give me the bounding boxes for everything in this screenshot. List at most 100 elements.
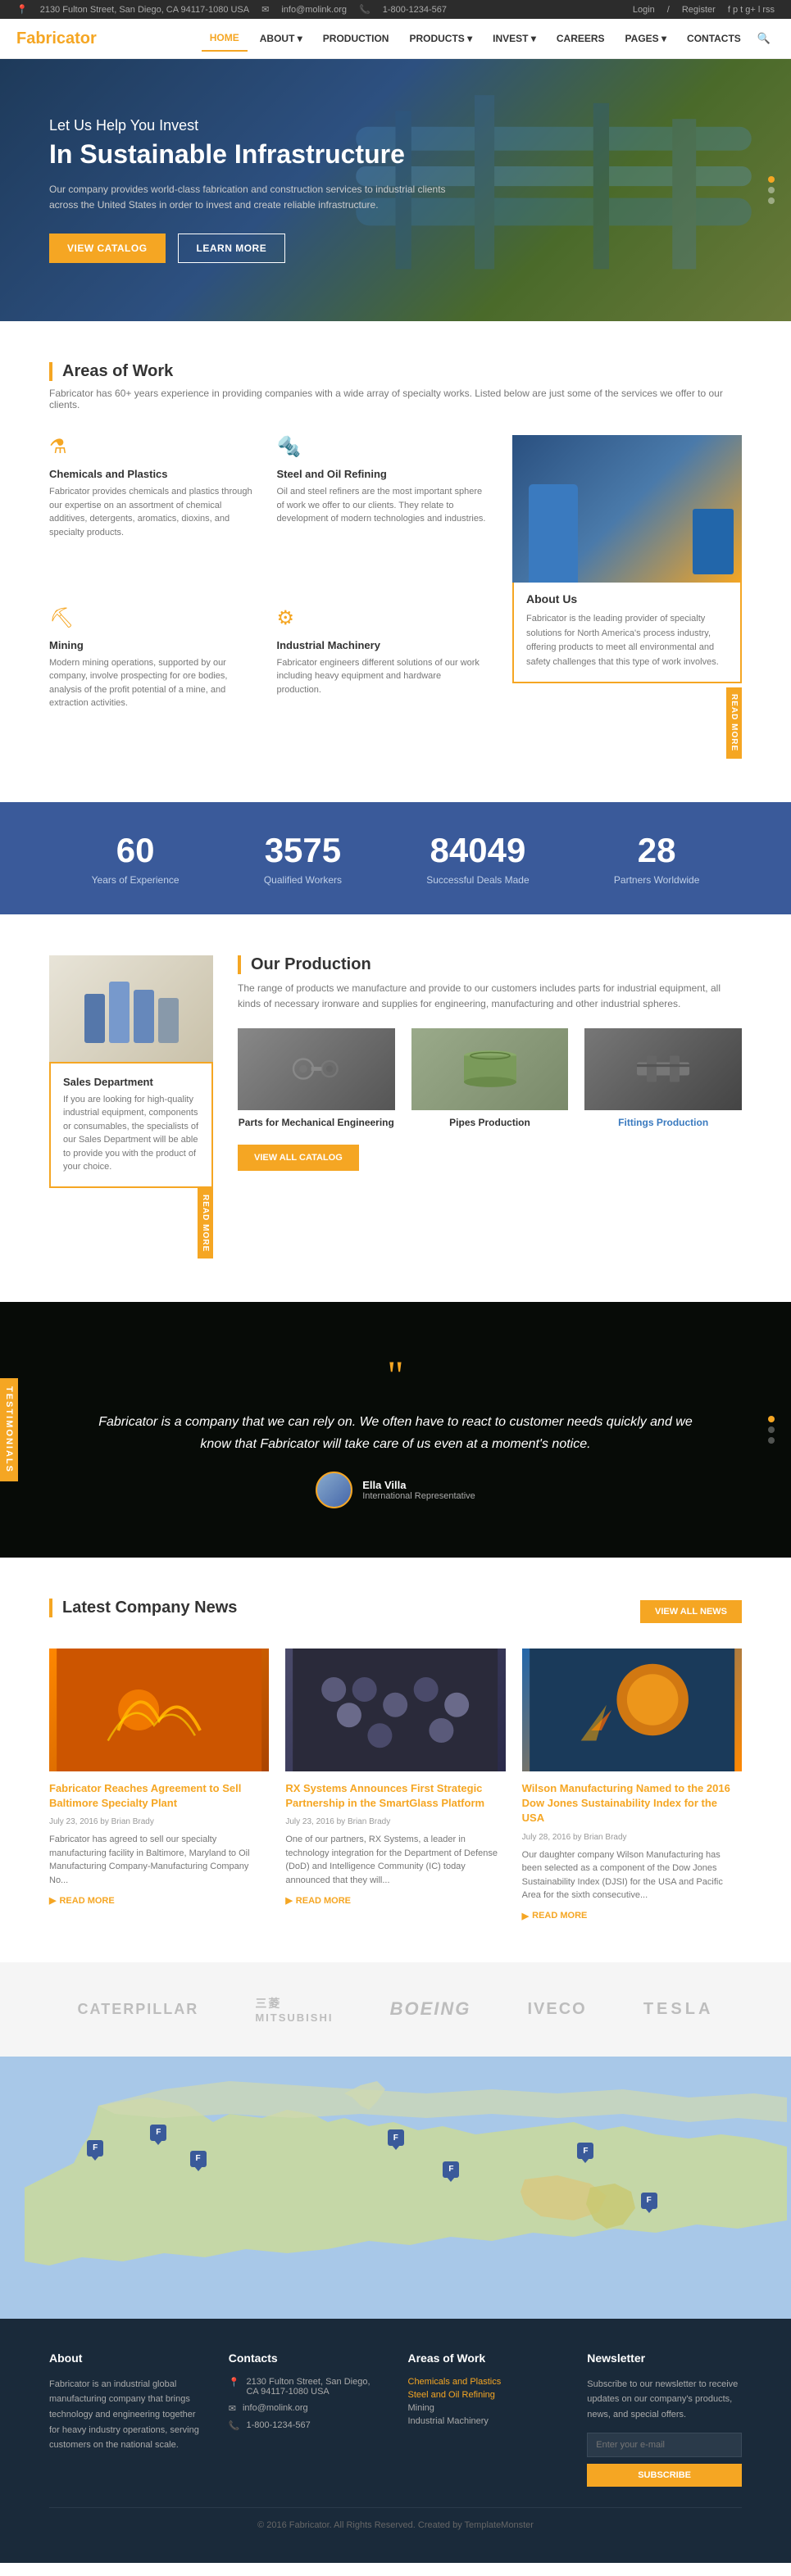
footer-link-chemicals[interactable]: Chemicals and Plastics xyxy=(408,2377,563,2387)
login-link[interactable]: Login xyxy=(633,5,655,15)
areas-read-more[interactable]: READ MORE xyxy=(726,687,742,758)
author-title: International Representative xyxy=(362,1491,475,1501)
mining-icon: ⛏ xyxy=(49,606,261,630)
map-pin-2[interactable]: F xyxy=(150,2125,166,2141)
stat-deals-number: 84049 xyxy=(426,831,529,870)
news-title-2[interactable]: RX Systems Announces First Strategic Par… xyxy=(285,1781,505,1811)
nav-invest[interactable]: INVEST ▾ xyxy=(484,26,544,51)
hero-subtitle: Let Us Help You Invest xyxy=(49,117,459,134)
sales-desc: If you are looking for high-quality indu… xyxy=(63,1093,199,1174)
footer-about-title: About xyxy=(49,2352,204,2365)
footer-grid: About Fabricator is an industrial global… xyxy=(49,2352,742,2487)
news-grid: Fabricator Reaches Agreement to Sell Bal… xyxy=(49,1649,742,1921)
areas-section: Areas of Work Fabricator has 60+ years e… xyxy=(0,321,791,802)
nav-production[interactable]: PRODUCTION xyxy=(315,26,398,51)
nav-products[interactable]: PRODUCTS ▾ xyxy=(401,26,480,51)
map-pin-7[interactable]: F xyxy=(641,2193,657,2209)
view-catalog-button[interactable]: VIEW CATALOG xyxy=(49,234,166,263)
mechanical-name: Parts for Mechanical Engineering xyxy=(238,1117,395,1128)
footer-about-col: About Fabricator is an industrial global… xyxy=(49,2352,204,2487)
view-all-news-button[interactable]: VIEW ALL NEWS xyxy=(640,1600,742,1623)
product-mechanical: Parts for Mechanical Engineering xyxy=(238,1028,395,1128)
stat-partners-number: 28 xyxy=(614,831,699,870)
register-link[interactable]: Register xyxy=(682,5,716,15)
nav-contacts[interactable]: CONTACTS xyxy=(679,26,749,51)
learn-more-button[interactable]: LEARN MORE xyxy=(178,234,286,263)
footer-newsletter-title: Newsletter xyxy=(587,2352,742,2365)
nav-careers[interactable]: CAREERS xyxy=(548,26,613,51)
map-pin-6[interactable]: F xyxy=(577,2143,593,2159)
news-header: Latest Company News VIEW ALL NEWS xyxy=(49,1599,742,1624)
area-mining: ⛏ Mining Modern mining operations, suppo… xyxy=(49,606,261,761)
about-box: About Us Fabricator is the leading provi… xyxy=(512,578,742,683)
map-pin-5[interactable]: F xyxy=(443,2161,459,2178)
areas-subtitle: Fabricator has 60+ years experience in p… xyxy=(49,388,742,410)
top-email: info@molink.org xyxy=(281,5,347,15)
production-layout: Sales Department If you are looking for … xyxy=(49,955,742,1261)
production-left-panel: Sales Department If you are looking for … xyxy=(49,955,213,1261)
about-box-text: Fabricator is the leading provider of sp… xyxy=(526,612,728,669)
phone-icon: 📞 xyxy=(359,4,370,15)
sales-box: Sales Department If you are looking for … xyxy=(49,1062,213,1188)
map-pin-1[interactable]: F xyxy=(87,2140,103,2156)
stat-workers-number: 3575 xyxy=(264,831,342,870)
testi-dot-2[interactable] xyxy=(768,1426,775,1433)
news-date-3: July 28, 2016 xyxy=(522,1833,571,1842)
news-title: Latest Company News xyxy=(49,1599,237,1617)
newsletter-subscribe-button[interactable]: SUBSCRIBE xyxy=(587,2464,742,2487)
news-read-more-2[interactable]: ▶READ MORE xyxy=(285,1895,505,1906)
header: Fabricator HOME ABOUT ▾ PRODUCTION PRODU… xyxy=(0,19,791,59)
news-excerpt-2: One of our partners, RX Systems, a leade… xyxy=(285,1833,505,1887)
areas-grid: ⚗ Chemicals and Plastics Fabricator prov… xyxy=(49,435,488,761)
news-meta-3: July 28, 2016 by Brian Brady xyxy=(522,1833,742,1842)
footer-link-steel[interactable]: Steel and Oil Refining xyxy=(408,2390,563,2400)
news-read-more-1[interactable]: ▶READ MORE xyxy=(49,1895,269,1906)
top-address: 2130 Fulton Street, San Diego, CA 94117-… xyxy=(40,5,249,15)
nav-pages[interactable]: PAGES ▾ xyxy=(617,26,675,51)
sales-read-more[interactable]: READ MORE xyxy=(198,1188,213,1259)
stat-partners-label: Partners Worldwide xyxy=(614,874,699,886)
footer-link-machinery[interactable]: Industrial Machinery xyxy=(408,2416,563,2426)
stat-experience-number: 60 xyxy=(92,831,180,870)
footer-link-mining[interactable]: Mining xyxy=(408,2403,563,2413)
map-pin-4[interactable]: F xyxy=(388,2129,404,2146)
view-all-catalog-button[interactable]: VIEW ALL CATALOG xyxy=(238,1145,359,1171)
sales-title: Sales Department xyxy=(63,1076,199,1088)
newsletter-email-input[interactable] xyxy=(587,2433,742,2457)
footer: About Fabricator is an industrial global… xyxy=(0,2319,791,2563)
news-read-more-3[interactable]: ▶READ MORE xyxy=(522,1911,742,1921)
news-img-1 xyxy=(49,1649,269,1771)
footer-phone: 1-800-1234-567 xyxy=(246,2420,310,2431)
search-icon[interactable]: 🔍 xyxy=(753,28,775,49)
nav-about[interactable]: ABOUT ▾ xyxy=(252,26,311,51)
hero-dot-3[interactable] xyxy=(768,197,775,204)
footer-contacts-col: Contacts 📍 2130 Fulton Street, San Diego… xyxy=(229,2352,384,2487)
copyright-text: © 2016 Fabricator. All Rights Reserved. … xyxy=(257,2520,534,2530)
fittings-name[interactable]: Fittings Production xyxy=(584,1117,742,1128)
hero-section: Let Us Help You Invest In Sustainable In… xyxy=(0,59,791,321)
news-title-3[interactable]: Wilson Manufacturing Named to the 2016 D… xyxy=(522,1781,742,1826)
news-item-2: RX Systems Announces First Strategic Par… xyxy=(285,1649,505,1921)
chemicals-name: Chemicals and Plastics xyxy=(49,468,261,480)
news-img-2 xyxy=(285,1649,505,1771)
nav-home[interactable]: HOME xyxy=(202,25,248,52)
testi-dot-1[interactable] xyxy=(768,1416,775,1422)
news-title-1[interactable]: Fabricator Reaches Agreement to Sell Bal… xyxy=(49,1781,269,1811)
pipes-name: Pipes Production xyxy=(411,1117,569,1128)
map-pin-3[interactable]: F xyxy=(190,2151,207,2167)
testi-dot-3[interactable] xyxy=(768,1437,775,1444)
hero-dot-2[interactable] xyxy=(768,187,775,193)
news-img-3 xyxy=(522,1649,742,1771)
mining-desc: Modern mining operations, supported by o… xyxy=(49,656,261,710)
top-bar-left: 📍 2130 Fulton Street, San Diego, CA 9411… xyxy=(16,4,447,15)
testimonial-nav xyxy=(768,1416,775,1444)
partner-boeing: BOEING xyxy=(390,1998,471,2020)
area-steel: 🔩 Steel and Oil Refining Oil and steel r… xyxy=(277,435,489,590)
testimonial-content: " Fabricator is a company that we can re… xyxy=(66,1351,725,1508)
logo: Fabricator xyxy=(16,29,97,48)
hero-slide-nav xyxy=(768,176,775,204)
sales-dept-image xyxy=(49,955,213,1070)
hero-dot-1[interactable] xyxy=(768,176,775,183)
pipes-img xyxy=(411,1028,569,1110)
testimonial-text: Fabricator is a company that we can rely… xyxy=(98,1411,693,1455)
